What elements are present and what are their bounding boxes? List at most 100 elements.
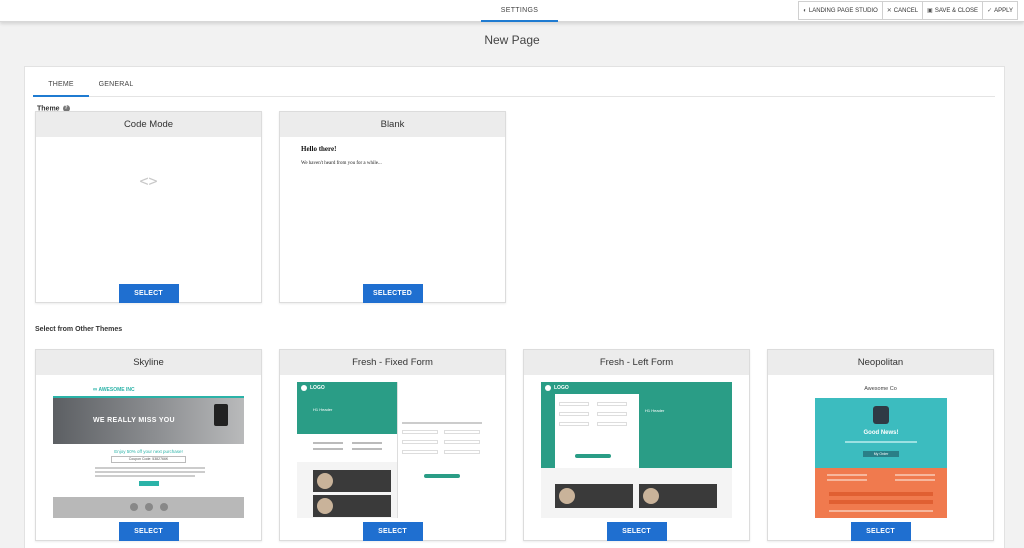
tab-bar: THEME GENERAL [33, 76, 995, 97]
preview-field [444, 450, 480, 454]
fresh-fixed-preview: LOGO H1 Header [297, 382, 488, 518]
fresh-left-preview: LOGO H1 Header [541, 382, 732, 518]
preview-brand-text: AWESOME INC [98, 387, 135, 393]
speaker-avatar [559, 488, 575, 504]
tab-general[interactable]: GENERAL [95, 76, 137, 97]
social-icon [160, 503, 168, 511]
action-toolbar: ◐ LANDING PAGE STUDIO ✕ CANCEL ▣ SAVE & … [798, 1, 1018, 20]
preview-text-line [95, 475, 195, 477]
preview-headline: WE REALLY MISS YOU [93, 417, 175, 424]
preview-text-line [352, 448, 382, 450]
select-button[interactable]: SELECT [362, 522, 423, 541]
preview-text-line [895, 479, 935, 481]
landing-page-studio-label: LANDING PAGE STUDIO [808, 7, 878, 14]
preview-header: H1 Header [313, 407, 333, 412]
robot-icon [873, 406, 889, 424]
speaker-avatar [317, 498, 333, 514]
social-icon [130, 503, 138, 511]
page-title: New Page [484, 33, 540, 47]
preview-field [559, 412, 589, 416]
speaker-avatar [317, 473, 333, 489]
preview-hero: WE REALLY MISS YOU [53, 398, 244, 444]
preview-form [555, 394, 639, 468]
landing-page-studio-button[interactable]: ◐ LANDING PAGE STUDIO [798, 1, 883, 20]
preview-cta [139, 481, 159, 486]
speaker-card [555, 484, 633, 508]
select-button[interactable]: SELECT [118, 284, 179, 303]
preview-text-line [95, 467, 205, 469]
preview-text-line [895, 474, 935, 476]
apply-label: APPLY [994, 7, 1013, 14]
theme-card-code-mode[interactable]: Code Mode <> SELECT [35, 111, 262, 303]
card-title: Neopolitan [768, 350, 993, 375]
card-title: Blank [280, 112, 505, 137]
preview-logo: LOGO [554, 385, 569, 391]
preview-order-section [815, 468, 947, 518]
preview-bar [829, 500, 933, 504]
preview-bar [829, 492, 933, 496]
preview-text-line [313, 448, 343, 450]
tab-theme[interactable]: THEME [33, 76, 89, 97]
preview-logo: LOGO [310, 385, 325, 391]
cancel-label: CANCEL [893, 7, 919, 14]
preview-field [444, 430, 480, 434]
preview-submit [424, 474, 460, 478]
save-close-label: SAVE & CLOSE [934, 7, 979, 14]
cancel-button[interactable]: ✕ CANCEL [881, 1, 924, 20]
selected-button[interactable]: SELECTED [362, 284, 423, 303]
preview-section [297, 434, 397, 462]
preview-field [444, 440, 480, 444]
preview-code: Coupon Code: 5382766K [111, 456, 186, 463]
preview-form [397, 382, 488, 518]
social-icon [145, 503, 153, 511]
preview-news: Good News! [863, 430, 899, 436]
preview-text-line [827, 474, 867, 476]
preview-company: Awesome Co [864, 386, 897, 392]
preview-text-line [829, 510, 933, 512]
preview-text-line [95, 471, 205, 473]
speaker-card [313, 495, 391, 517]
save-icon: ▣ [927, 8, 933, 14]
theme-card-neopolitan[interactable]: Neopolitan Awesome Co Good News! My Orde… [767, 349, 994, 541]
preview-hero: LOGO H1 Header [297, 382, 397, 434]
logo-icon [301, 385, 307, 391]
other-themes-label: Select from Other Themes [35, 326, 123, 333]
select-button[interactable]: SELECT [606, 522, 667, 541]
preview-submit [575, 454, 611, 458]
check-icon: ✓ [987, 8, 993, 14]
settings-panel: THEME GENERAL Theme ? Code Mode <> SELEC… [24, 66, 1005, 548]
theme-card-skyline[interactable]: Skyline ∞ AWESOME INC WE REALLY MISS YOU… [35, 349, 262, 541]
top-bar: SETTINGS ◐ LANDING PAGE STUDIO ✕ CANCEL … [0, 0, 1024, 22]
preview-phone [214, 404, 228, 426]
tab-settings[interactable]: SETTINGS [481, 0, 558, 22]
preview-header: H1 Header [645, 408, 665, 413]
apply-button[interactable]: ✓ APPLY [982, 1, 1018, 20]
preview-greeting: Hello there! [301, 145, 337, 153]
preview-cta: My Order [863, 451, 899, 457]
theme-card-fresh-fixed-form[interactable]: Fresh - Fixed Form LOGO H1 Header SELECT [279, 349, 506, 541]
preview-text-line [313, 442, 343, 444]
select-button[interactable]: SELECT [118, 522, 179, 541]
preview-field [402, 450, 438, 454]
theme-card-fresh-left-form[interactable]: Fresh - Left Form LOGO H1 Header SELECT [523, 349, 750, 541]
preview-hero: Good News! My Order [815, 398, 947, 468]
neopolitan-preview: Awesome Co Good News! My Order [785, 382, 976, 518]
preview-field [559, 422, 589, 426]
preview-footer [53, 497, 244, 518]
speaker-avatar [643, 488, 659, 504]
preview-text-line [402, 422, 482, 424]
select-button[interactable]: SELECT [850, 522, 911, 541]
theme-card-blank[interactable]: Blank Hello there! We haven't heard from… [279, 111, 506, 303]
card-title: Code Mode [36, 112, 261, 137]
palette-icon: ◐ [803, 7, 807, 14]
preview-field [597, 412, 627, 416]
save-close-button[interactable]: ▣ SAVE & CLOSE [922, 1, 984, 20]
close-icon: ✕ [886, 8, 892, 14]
preview-hero: LOGO H1 Header [541, 382, 732, 468]
speaker-card [639, 484, 717, 508]
preview-message: We haven't heard from you for a while... [301, 161, 382, 166]
preview-field [402, 430, 438, 434]
preview-field [559, 402, 589, 406]
preview-field [597, 422, 627, 426]
speaker-card [313, 470, 391, 492]
